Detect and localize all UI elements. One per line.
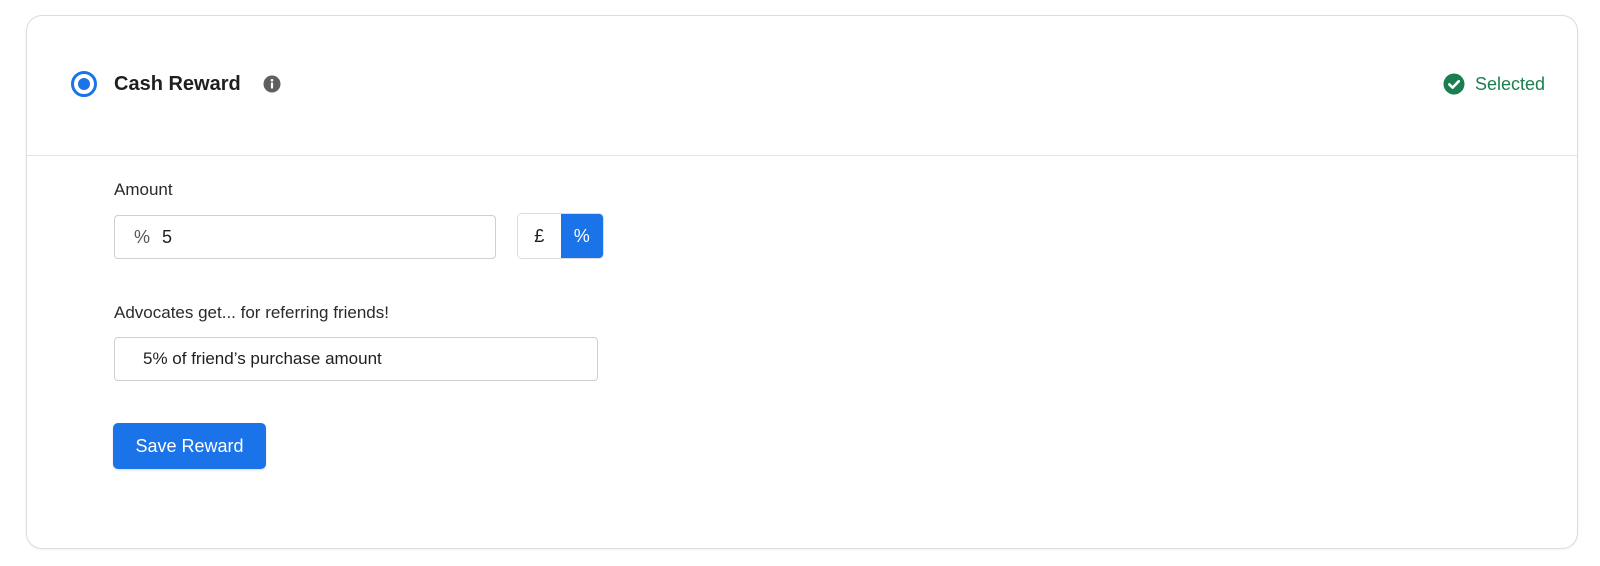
check-circle-icon [1443,73,1465,95]
amount-label: Amount [114,180,173,199]
reward-title: Cash Reward [114,73,241,95]
radio-selected-dot [78,78,90,90]
info-icon[interactable] [263,75,281,93]
save-reward-button[interactable]: Save Reward [113,423,266,469]
reward-card: Cash Reward Selected Amount % 5 £ % Advo… [26,15,1578,549]
unit-toggle: £ % [517,213,604,259]
advocates-label: Advocates get... for referring friends! [114,303,389,322]
currency-pound-button[interactable]: £ [518,214,561,258]
amount-value: 5 [162,226,173,247]
selected-status: Selected [1443,71,1545,97]
amount-input[interactable]: % 5 [114,215,496,259]
reward-card-header[interactable]: Cash Reward Selected [27,16,1577,156]
selected-status-label: Selected [1474,74,1545,94]
currency-percent-button[interactable]: % [560,214,603,258]
reward-description-input[interactable]: 5% of friend’s purchase amount [114,337,598,381]
amount-prefix: % [134,226,151,247]
reward-radio-button[interactable] [71,71,97,97]
